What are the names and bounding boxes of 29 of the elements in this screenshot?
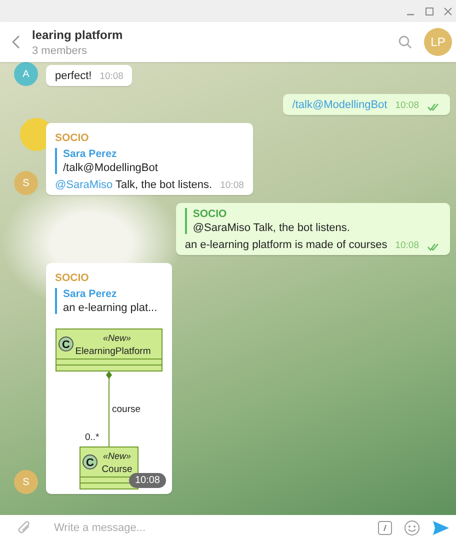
multiplicity-label: 0..* xyxy=(85,432,100,443)
mention-link[interactable]: @SaraMiso xyxy=(55,179,113,191)
reply-author: SOCIO xyxy=(192,208,228,220)
sender-avatar[interactable]: S xyxy=(14,470,38,494)
message-time: 10:08 xyxy=(220,180,244,191)
message-time: 10:08 xyxy=(100,71,124,82)
reply-quote[interactable]: Sara Perez /talk@ModellingBot xyxy=(55,148,244,174)
message-time: 10:08 xyxy=(395,100,419,111)
message-time: 10:08 xyxy=(395,240,419,251)
sender-name: SOCIO xyxy=(55,132,90,144)
command-link[interactable]: /talk@ModellingBot xyxy=(292,99,388,111)
reply-quote[interactable]: Sara Perez an e-learning plat... xyxy=(55,288,163,314)
message-time: 10:08 xyxy=(128,473,166,488)
association-label: course xyxy=(112,404,141,415)
reply-author: Sara Perez xyxy=(63,148,118,160)
sender-avatar[interactable]: S xyxy=(14,171,38,195)
reply-quote[interactable]: SOCIO @SaraMiso Talk, the bot listens. xyxy=(184,208,441,234)
chat-title: learing platform xyxy=(32,28,124,42)
sender-avatar[interactable]: A xyxy=(14,62,38,86)
reply-text: @SaraMiso Talk, the bot listens. xyxy=(192,222,351,234)
message-text: perfect! xyxy=(55,70,92,82)
reply-author: Sara Perez xyxy=(63,288,118,300)
message-text: an e-learning platform is made of courses xyxy=(184,239,388,251)
sender-name: SOCIO xyxy=(55,272,90,284)
reply-text: an e-learning plat... xyxy=(63,302,158,314)
group-avatar[interactable]: LP xyxy=(424,28,452,56)
message-text: @SaraMiso Talk, the bot listens. xyxy=(55,179,212,191)
member-count: 3 members xyxy=(32,44,88,56)
reply-text: /talk@ModellingBot xyxy=(63,162,159,174)
